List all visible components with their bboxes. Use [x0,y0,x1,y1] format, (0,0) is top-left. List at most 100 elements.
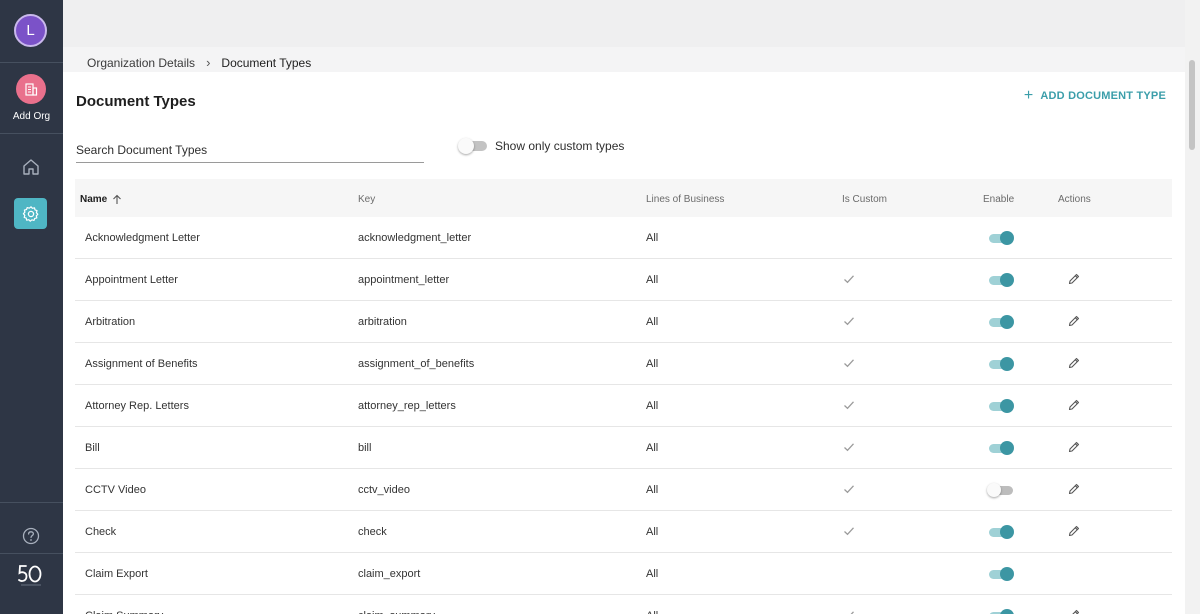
row-key: attorney_rep_letters [358,400,456,412]
row-lines-of-business: All [646,358,659,370]
enable-toggle[interactable] [987,231,1014,245]
table-row[interactable]: Appointment Letter appointment_letter All [75,259,1172,301]
enable-toggle[interactable] [987,441,1014,455]
plus-icon: + [1023,87,1034,104]
row-lines-of-business: All [646,526,659,538]
edit-pencil-icon[interactable] [1067,398,1081,412]
column-header-name-label: Name [80,194,108,205]
table-row[interactable]: Attorney Rep. Letters attorney_rep_letter… [75,385,1172,427]
table-row[interactable]: Assignment of Benefits assignment_of_bene… [75,343,1172,385]
table-row[interactable]: CCTV Video cctv_video All [75,469,1172,511]
add-org-button[interactable] [16,74,46,104]
home-icon[interactable] [20,156,42,178]
custom-types-toggle[interactable] [458,138,487,154]
row-key: assignment_of_benefits [358,358,475,370]
table-header: Name Key Lines of Business Is Custom Ena… [75,179,1172,217]
edit-pencil-icon[interactable] [1067,524,1081,538]
row-key: arbitration [358,316,407,328]
row-lines-of-business: All [646,442,659,454]
row-name: Claim Export [85,568,148,580]
page-scrollbar[interactable] [1185,0,1200,614]
enable-toggle[interactable] [987,483,1014,497]
building-icon [25,83,38,96]
checkmark-icon [842,608,856,614]
custom-types-toggle-label: Show only custom types [495,139,625,153]
help-icon[interactable] [21,526,41,546]
sidebar-divider [0,62,63,63]
user-avatar[interactable]: L [14,14,47,47]
checkmark-icon [842,356,856,370]
column-header-is-custom[interactable]: Is Custom [842,194,887,205]
row-key: check [358,526,387,538]
column-header-lines-of-business[interactable]: Lines of Business [646,194,724,205]
row-lines-of-business: All [646,316,659,328]
sidebar-divider [0,502,63,503]
row-name: Acknowledgment Letter [85,232,200,244]
sidebar: L Add Org [0,0,63,614]
row-name: Assignment of Benefits [85,358,198,370]
top-bar [63,0,1185,47]
document-types-table: Name Key Lines of Business Is Custom Ena… [75,179,1172,614]
page-title: Document Types [76,93,196,110]
sidebar-divider [0,553,63,554]
edit-pencil-icon[interactable] [1067,356,1081,370]
row-name: CCTV Video [85,484,146,496]
column-header-name[interactable]: Name [80,194,122,205]
row-name: Claim Summary [85,610,163,614]
table-row[interactable]: Claim Export claim_export All [75,553,1172,595]
table-row[interactable]: Bill bill All [75,427,1172,469]
checkmark-icon [842,440,856,454]
settings-button[interactable] [14,198,47,229]
row-key: claim_export [358,568,421,580]
row-lines-of-business: All [646,568,659,580]
enable-toggle[interactable] [987,525,1014,539]
edit-pencil-icon[interactable] [1067,440,1081,454]
checkmark-icon [842,272,856,286]
row-key: acknowledgment_letter [358,232,472,244]
row-lines-of-business: All [646,232,659,244]
column-header-actions: Actions [1058,194,1091,205]
edit-pencil-icon[interactable] [1067,482,1081,496]
enable-toggle[interactable] [987,567,1014,581]
search-input[interactable] [76,138,424,163]
checkmark-icon [842,482,856,496]
table-row[interactable]: Check check All [75,511,1172,553]
enable-toggle[interactable] [987,273,1014,287]
arrow-up-icon [113,194,122,204]
column-header-enable[interactable]: Enable [983,194,1014,205]
row-name: Appointment Letter [85,274,178,286]
row-key: appointment_letter [358,274,450,286]
row-name: Attorney Rep. Letters [85,400,189,412]
table-row[interactable]: Acknowledgment Letter acknowledgment_lett… [75,217,1172,259]
row-key: cctv_video [358,484,410,496]
row-name: Arbitration [85,316,136,328]
row-name: Bill [85,442,100,454]
document-types-card: Document Types + ADD DOCUMENT TYPE Show … [63,72,1185,614]
row-lines-of-business: All [646,400,659,412]
table-row[interactable]: Arbitration arbitration All [75,301,1172,343]
chevron-right-icon: › [206,55,211,70]
checkmark-icon [842,398,856,412]
edit-pencil-icon[interactable] [1067,272,1081,286]
enable-toggle[interactable] [987,315,1014,329]
table-row[interactable]: Claim Summary claim_summary All [75,595,1172,614]
edit-pencil-icon[interactable] [1067,608,1081,614]
logo [18,565,42,586]
edit-pencil-icon[interactable] [1067,314,1081,328]
row-key: bill [358,442,372,454]
sidebar-divider [0,133,63,134]
breadcrumb-current: Document Types [221,55,312,70]
row-name: Check [85,526,117,538]
enable-toggle[interactable] [987,609,1014,614]
gear-icon [22,205,38,222]
table-body: Acknowledgment Letter acknowledgment_lett… [75,217,1172,614]
row-lines-of-business: All [646,484,659,496]
enable-toggle[interactable] [987,399,1014,413]
scrollbar-thumb[interactable] [1189,60,1195,150]
checkmark-icon [842,524,856,538]
column-header-key[interactable]: Key [358,194,375,205]
add-document-type-button[interactable]: + ADD DOCUMENT TYPE [1024,88,1166,104]
breadcrumb-organization-details[interactable]: Organization Details [87,56,195,70]
enable-toggle[interactable] [987,357,1014,371]
toggle-knob [458,138,474,154]
